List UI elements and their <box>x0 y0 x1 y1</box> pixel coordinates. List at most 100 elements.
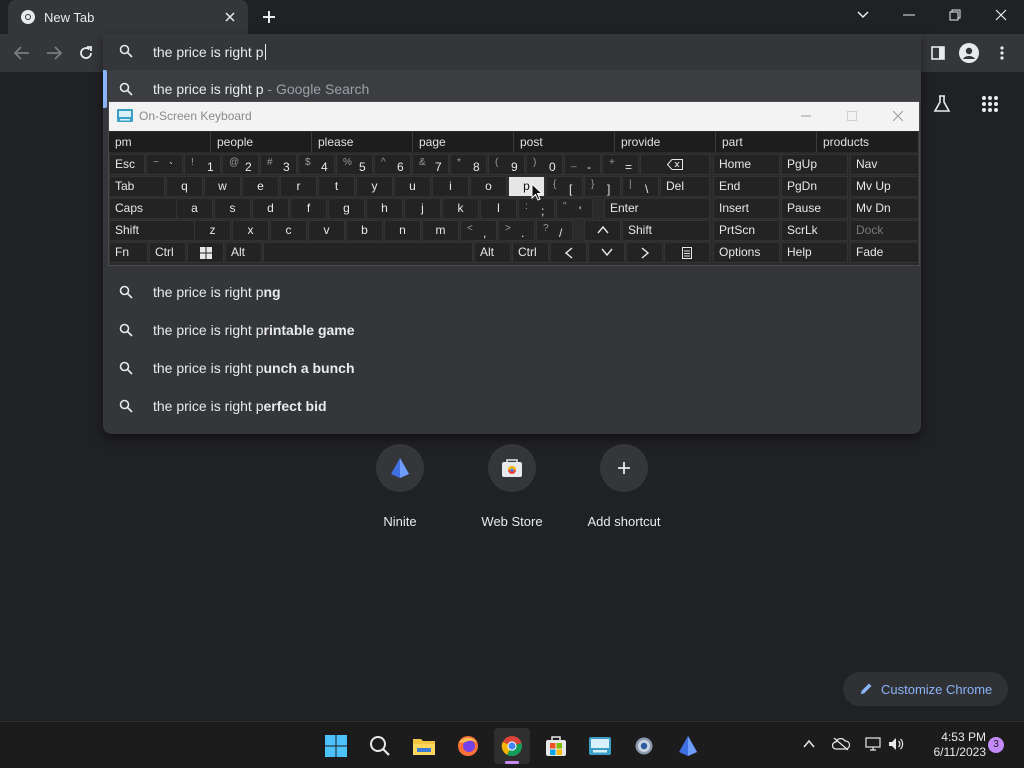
key-slash[interactable]: ? / <box>536 220 573 241</box>
key-backspace[interactable] <box>640 154 710 175</box>
taskbar-on-screen-keyboard[interactable] <box>582 728 618 764</box>
key-arrow-right[interactable] <box>626 242 663 263</box>
close-window-button[interactable] <box>979 0 1023 30</box>
key-nav[interactable]: Nav <box>850 154 919 175</box>
shortcut-add[interactable]: Add shortcut <box>569 444 679 534</box>
key-options[interactable]: Options <box>713 242 780 263</box>
suggestion-item[interactable]: the price is right punch a bunch <box>103 349 921 387</box>
key-help[interactable]: Help <box>781 242 848 263</box>
key-e[interactable]: e <box>242 176 279 197</box>
restore-button[interactable] <box>933 0 977 30</box>
key-comma[interactable]: <, <box>460 220 497 241</box>
key-prtscn[interactable]: PrtScn <box>713 220 780 241</box>
key-pause[interactable]: Pause <box>781 198 848 219</box>
key-6[interactable]: ^ 6 <box>374 154 411 175</box>
shortcut-web-store[interactable]: Web Store <box>457 444 567 534</box>
network-icon[interactable] <box>863 734 883 754</box>
key-pgup[interactable]: PgUp <box>781 154 848 175</box>
back-button[interactable] <box>8 40 36 66</box>
side-panel-icon[interactable] <box>924 40 952 66</box>
taskbar-firefox[interactable] <box>450 728 486 764</box>
key-shift-right[interactable]: Shift <box>622 220 710 241</box>
key-backtick[interactable]: ~ ` <box>146 154 183 175</box>
key-8[interactable]: * 8 <box>450 154 487 175</box>
taskbar-microsoft-store[interactable] <box>538 728 574 764</box>
key-w[interactable]: w <box>204 176 241 197</box>
key-pgdn[interactable]: PgDn <box>781 176 848 197</box>
prediction-key[interactable]: page <box>413 132 514 152</box>
profile-icon[interactable] <box>955 40 983 66</box>
suggestion-item[interactable]: the price is right png <box>103 273 921 311</box>
key-b[interactable]: b <box>346 220 383 241</box>
key-g[interactable]: g <box>328 198 365 219</box>
prediction-key[interactable]: provide <box>615 132 716 152</box>
key-n[interactable]: n <box>384 220 421 241</box>
key-backslash[interactable]: | \ <box>622 176 659 197</box>
key-4[interactable]: $4 <box>298 154 335 175</box>
osk-title-bar[interactable]: On-Screen Keyboard <box>109 102 919 131</box>
labs-flask-icon[interactable] <box>928 90 956 118</box>
taskbar-chrome[interactable] <box>494 728 530 764</box>
apps-grid-icon[interactable] <box>976 90 1004 118</box>
prediction-key[interactable]: part <box>716 132 817 152</box>
key-5[interactable]: % 5 <box>336 154 373 175</box>
key-caps[interactable]: Caps <box>109 198 184 219</box>
key-r[interactable]: r <box>280 176 317 197</box>
key-ctrl-right[interactable]: Ctrl <box>512 242 549 263</box>
key-arrow-up[interactable] <box>584 220 621 241</box>
key-k[interactable]: k <box>442 198 479 219</box>
osk-close-button[interactable] <box>883 105 913 127</box>
tab-search-icon[interactable] <box>841 0 885 30</box>
notification-badge[interactable]: 3 <box>988 737 1004 753</box>
key-arrow-down[interactable] <box>588 242 625 263</box>
key-enter[interactable]: Enter <box>604 198 710 219</box>
key-dock[interactable]: Dock <box>850 220 919 241</box>
key-minus[interactable]: _ - <box>564 154 601 175</box>
key-7[interactable]: & 7 <box>412 154 449 175</box>
volume-icon[interactable] <box>886 734 906 754</box>
osk-maximize-button[interactable] <box>837 105 867 127</box>
key-ctrl-left[interactable]: Ctrl <box>149 242 186 263</box>
key-9[interactable]: (9 <box>488 154 525 175</box>
clock[interactable]: 4:53 PM 6/11/2023 <box>916 730 987 760</box>
key-quote[interactable]: " ' <box>556 198 593 219</box>
key-z[interactable]: z <box>194 220 231 241</box>
key-t[interactable]: t <box>318 176 355 197</box>
taskbar-settings[interactable] <box>626 728 662 764</box>
suggestion-item[interactable]: the price is right printable game <box>103 311 921 349</box>
key-shift-left[interactable]: Shift <box>109 220 203 241</box>
key-fn[interactable]: Fn <box>109 242 148 263</box>
key-y[interactable]: y <box>356 176 393 197</box>
key-0[interactable]: ) 0 <box>526 154 563 175</box>
key-mv-up[interactable]: Mv Up <box>850 176 919 197</box>
key-c[interactable]: c <box>270 220 307 241</box>
key-close-bracket[interactable]: }] <box>584 176 621 197</box>
prediction-key[interactable]: post <box>514 132 615 152</box>
key-a[interactable]: a <box>176 198 213 219</box>
tab-new-tab[interactable]: New Tab <box>8 0 248 34</box>
key-space[interactable] <box>263 242 473 263</box>
key-m[interactable]: m <box>422 220 459 241</box>
key-insert[interactable]: Insert <box>713 198 780 219</box>
omnibox-input[interactable]: the price is right p <box>103 34 921 70</box>
key-h[interactable]: h <box>366 198 403 219</box>
forward-button[interactable] <box>40 40 68 66</box>
key-semicolon[interactable]: :; <box>518 198 555 219</box>
key-alt-left[interactable]: Alt <box>225 242 262 263</box>
prediction-key[interactable]: people <box>211 132 312 152</box>
key-end[interactable]: End <box>713 176 780 197</box>
key-period[interactable]: >. <box>498 220 535 241</box>
start-button[interactable] <box>318 728 354 764</box>
new-tab-button[interactable] <box>256 5 282 29</box>
shortcut-ninite[interactable]: Ninite <box>345 444 455 534</box>
key-esc[interactable]: Esc <box>109 154 145 175</box>
key-3[interactable]: #3 <box>260 154 297 175</box>
key-x[interactable]: x <box>232 220 269 241</box>
tab-close-icon[interactable] <box>220 7 240 27</box>
onedrive-offline-icon[interactable] <box>831 734 851 754</box>
key-o[interactable]: o <box>470 176 507 197</box>
taskbar-search-button[interactable] <box>362 728 398 764</box>
key-u[interactable]: u <box>394 176 431 197</box>
key-2[interactable]: @2 <box>222 154 259 175</box>
key-s[interactable]: s <box>214 198 251 219</box>
